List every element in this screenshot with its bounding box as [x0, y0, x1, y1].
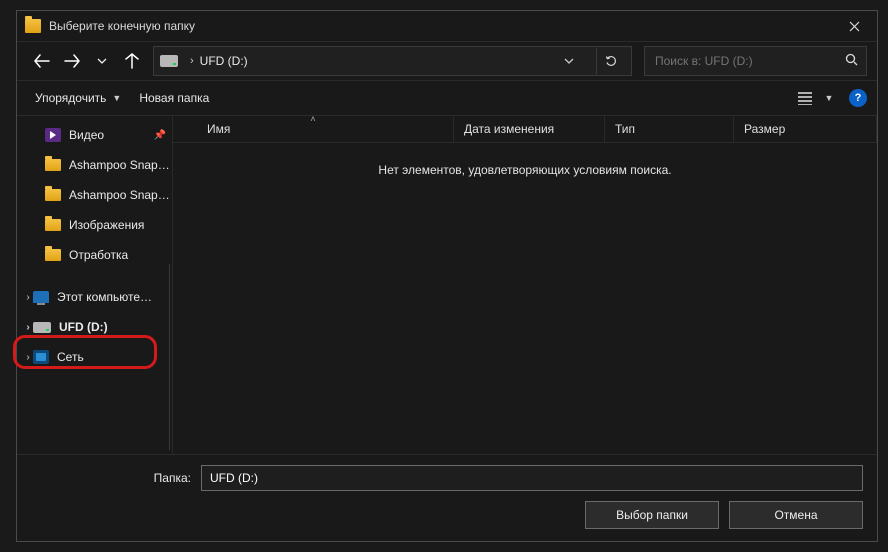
folder-icon — [25, 19, 41, 33]
caret-down-icon: ▼ — [112, 93, 121, 103]
arrow-left-icon — [34, 54, 50, 68]
file-area: ˄ Имя Дата изменения Тип Размер Нет элем… — [172, 116, 877, 454]
folder-field-label: Папка: — [31, 471, 191, 485]
col-type[interactable]: Тип — [605, 116, 734, 142]
col-date[interactable]: Дата изменения — [454, 116, 605, 142]
chevron-down-icon — [97, 58, 107, 64]
nav-row: › UFD (D:) — [17, 42, 877, 81]
folder-icon — [45, 159, 61, 171]
sidebar-item-snap2[interactable]: Ashampoo Snap… — [17, 180, 172, 210]
resize-grip[interactable] — [873, 541, 883, 551]
dialog-body: Видео 📌 Ashampoo Snap… Ashampoo Snap… Из… — [17, 116, 877, 454]
address-bar[interactable]: › UFD (D:) — [153, 46, 632, 76]
folder-icon — [45, 219, 61, 231]
sidebar-item-label: Изображения — [69, 218, 144, 232]
sidebar-item-snap1[interactable]: Ashampoo Snap… — [17, 150, 172, 180]
sidebar-item-this-pc[interactable]: › Этот компьюте… — [17, 282, 172, 312]
column-headers: ˄ Имя Дата изменения Тип Размер — [173, 116, 877, 143]
back-button[interactable] — [27, 46, 57, 76]
window-title: Выберите конечную папку — [49, 19, 195, 33]
empty-message: Нет элементов, удовлетворяющих условиям … — [173, 143, 877, 454]
breadcrumb-drive[interactable]: UFD (D:) — [200, 54, 248, 68]
search-icon[interactable] — [845, 53, 858, 69]
computer-icon — [33, 291, 49, 303]
sidebar-item-label: Ashampoo Snap… — [69, 188, 170, 202]
cancel-button[interactable]: Отмена — [729, 501, 863, 529]
sidebar-item-label: Этот компьюте… — [57, 290, 152, 304]
close-button[interactable] — [831, 11, 877, 41]
dialog-window: Выберите конечную папку — [16, 10, 878, 542]
help-icon: ? — [855, 92, 862, 104]
arrow-up-icon — [125, 53, 139, 69]
toolbar: Упорядочить ▼ Новая папка ▼ ? — [17, 81, 877, 116]
col-size[interactable]: Размер — [734, 116, 877, 142]
search-box[interactable] — [644, 46, 867, 76]
forward-button[interactable] — [57, 46, 87, 76]
chevron-down-icon — [564, 58, 574, 64]
view-mode-dropdown[interactable]: ▼ — [821, 93, 837, 103]
folder-icon — [45, 189, 61, 201]
drive-icon — [160, 55, 178, 67]
refresh-button[interactable] — [596, 48, 625, 74]
chevron-right-icon: › — [190, 55, 194, 67]
col-name[interactable]: ˄ Имя — [173, 116, 454, 142]
list-view-icon — [797, 92, 813, 105]
help-button[interactable]: ? — [849, 89, 867, 107]
folder-name-input[interactable] — [201, 465, 863, 491]
network-icon — [33, 350, 49, 364]
refresh-icon — [604, 54, 618, 68]
search-input[interactable] — [653, 53, 845, 69]
dialog-footer: Папка: Выбор папки Отмена — [17, 454, 877, 541]
sidebar-item-label: Отработка — [69, 248, 128, 262]
sidebar-item-images[interactable]: Изображения — [17, 210, 172, 240]
select-folder-button[interactable]: Выбор папки — [585, 501, 719, 529]
arrow-right-icon — [64, 54, 80, 68]
sidebar-item-label: Видео — [69, 128, 104, 142]
organize-label: Упорядочить — [35, 91, 106, 105]
sidebar-item-work[interactable]: Отработка — [17, 240, 172, 270]
sidebar-item-label: Сеть — [57, 350, 84, 364]
new-folder-button[interactable]: Новая папка — [131, 85, 217, 111]
sidebar-item-video[interactable]: Видео 📌 — [17, 120, 172, 150]
sidebar-item-label: Ashampoo Snap… — [69, 158, 170, 172]
titlebar: Выберите конечную папку — [17, 11, 877, 42]
sidebar-item-label: UFD (D:) — [59, 320, 108, 334]
drive-icon — [33, 322, 51, 333]
up-button[interactable] — [117, 46, 147, 76]
view-mode-button[interactable] — [791, 86, 819, 110]
new-folder-label: Новая папка — [139, 91, 209, 105]
address-dropdown[interactable] — [558, 55, 580, 67]
nav-sidebar: Видео 📌 Ashampoo Snap… Ashampoo Snap… Из… — [17, 116, 172, 454]
sort-asc-icon: ˄ — [310, 114, 315, 124]
history-dropdown[interactable] — [87, 46, 117, 76]
folder-icon — [45, 249, 61, 261]
pin-icon: 📌 — [154, 130, 166, 141]
sidebar-item-network[interactable]: › Сеть — [17, 342, 172, 372]
sidebar-item-ufd[interactable]: › UFD (D:) — [17, 312, 172, 342]
organize-button[interactable]: Упорядочить ▼ — [27, 85, 129, 111]
video-icon — [45, 128, 61, 142]
sidebar-scrollbar[interactable] — [169, 264, 170, 450]
close-icon — [849, 21, 860, 32]
